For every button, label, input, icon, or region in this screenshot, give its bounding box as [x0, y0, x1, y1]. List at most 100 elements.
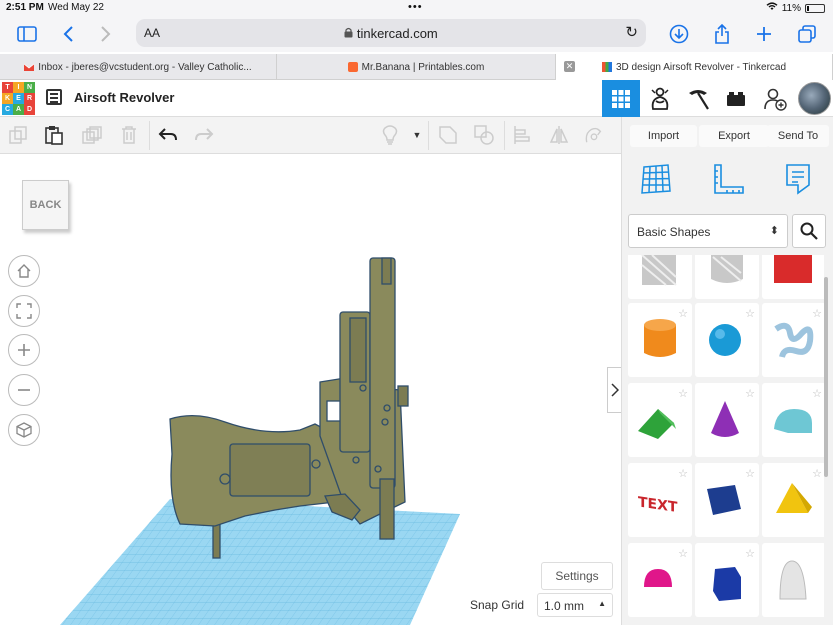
send-to-button[interactable]: Send To	[767, 125, 829, 147]
shapes-grid: ☆ ☆ ☆ ☆ ☆ ☆ ☆ TEXT ☆ ☆ ☆ ☆	[626, 255, 824, 625]
workplane-icon[interactable]	[638, 161, 674, 197]
star-icon[interactable]: ☆	[812, 387, 822, 400]
star-icon[interactable]: ☆	[745, 387, 755, 400]
invite-user-button[interactable]	[756, 80, 794, 117]
shape-half-sphere[interactable]: ☆	[628, 543, 692, 617]
tinkercad-icon	[601, 62, 612, 72]
workplane-grid	[60, 499, 460, 625]
tab-label: Mr.Banana | Printables.com	[361, 61, 485, 73]
shapes-scrollbar[interactable]	[824, 277, 828, 477]
design-list-icon[interactable]	[46, 89, 62, 105]
back-arrow-icon[interactable]	[57, 23, 79, 45]
star-icon[interactable]: ☆	[678, 547, 688, 560]
shapes-panel: Import Export Send To Basic Shapes ⬍ ☆ ☆…	[621, 117, 833, 625]
chevron-updown-icon: ▲	[598, 599, 606, 608]
star-icon[interactable]: ☆	[678, 387, 688, 400]
wifi-icon	[766, 2, 778, 14]
3d-scene[interactable]	[0, 154, 621, 625]
cruise-icon[interactable]	[584, 125, 604, 145]
star-icon[interactable]: ☆	[812, 467, 822, 480]
snap-grid-select[interactable]: 1.0 mm ▲	[537, 593, 613, 617]
svg-text:TEXT: TEXT	[638, 494, 678, 516]
lightbulb-icon[interactable]	[380, 125, 400, 145]
ruler-icon[interactable]	[710, 161, 746, 197]
lego-bricks-button[interactable]	[717, 80, 755, 117]
shape-sphere[interactable]: ☆	[695, 303, 759, 377]
star-icon[interactable]: ☆	[745, 307, 755, 320]
settings-button[interactable]: Settings	[541, 562, 613, 590]
group-icon[interactable]	[438, 125, 458, 145]
star-icon[interactable]: ☆	[678, 467, 688, 480]
status-date: Wed May 22	[48, 2, 104, 13]
shape-scribble[interactable]: ☆	[762, 303, 824, 377]
shape-text[interactable]: ☆ TEXT	[628, 463, 692, 537]
duplicate-icon[interactable]	[82, 125, 102, 145]
notes-icon[interactable]	[780, 161, 816, 197]
reload-icon[interactable]: ↻	[625, 23, 638, 41]
delete-icon[interactable]	[119, 125, 139, 145]
star-icon[interactable]: ☆	[812, 307, 822, 320]
redo-icon[interactable]	[194, 125, 214, 145]
lock-icon	[344, 27, 353, 38]
ungroup-icon[interactable]	[474, 125, 494, 145]
align-icon[interactable]	[512, 125, 532, 145]
shape-library-value: Basic Shapes	[637, 225, 711, 239]
shape-box-blue[interactable]: ☆	[695, 463, 759, 537]
workplane-viewport[interactable]: BACK Settings Snap Grid 1.0 mm ▲	[0, 154, 621, 625]
user-avatar[interactable]	[798, 82, 831, 115]
tab-tinkercad[interactable]: ✕ 3D design Airsoft Revolver - Tinkercad	[556, 54, 833, 80]
3d-design-view-button[interactable]	[602, 80, 640, 117]
star-icon[interactable]: ☆	[678, 307, 688, 320]
tab-label: Inbox - jberes@vcstudent.org - Valley Ca…	[38, 61, 252, 73]
mirror-icon[interactable]	[549, 125, 569, 145]
blocks-view-button[interactable]	[641, 80, 679, 117]
close-tab-icon[interactable]: ✕	[564, 61, 575, 72]
download-icon[interactable]	[668, 23, 690, 45]
tab-printables[interactable]: Mr.Banana | Printables.com	[277, 54, 556, 80]
gmail-icon	[24, 63, 35, 71]
shape-round-roof[interactable]: ☆	[762, 383, 824, 457]
printables-icon	[347, 62, 358, 72]
star-icon[interactable]: ☆	[745, 467, 755, 480]
export-button[interactable]: Export	[699, 125, 769, 147]
tab-overview-icon[interactable]	[796, 23, 818, 45]
bricks-view-button[interactable]	[679, 80, 717, 117]
shape-cylinder[interactable]: ☆	[628, 303, 692, 377]
shape-polygon[interactable]: ☆	[695, 543, 759, 617]
snap-grid-label: Snap Grid	[470, 598, 525, 612]
brick-icon	[727, 91, 745, 106]
shape-pyramid[interactable]: ☆	[762, 463, 824, 537]
battery-percent: 11%	[781, 2, 801, 14]
shape-box-hole[interactable]	[628, 255, 692, 299]
tab-gmail[interactable]: Inbox - jberes@vcstudent.org - Valley Ca…	[0, 54, 277, 80]
shape-box[interactable]	[762, 255, 824, 299]
star-icon[interactable]: ☆	[745, 547, 755, 560]
url-text: tinkercad.com	[136, 26, 646, 41]
shape-cylinder-hole[interactable]	[695, 255, 759, 299]
shape-roof[interactable]: ☆	[628, 383, 692, 457]
forward-arrow-icon[interactable]	[95, 23, 117, 45]
paste-icon[interactable]	[44, 125, 64, 145]
project-title[interactable]: Airsoft Revolver	[74, 90, 174, 105]
search-shapes-button[interactable]	[792, 214, 826, 248]
undo-icon[interactable]	[158, 125, 178, 145]
shape-library-select[interactable]: Basic Shapes ⬍	[628, 214, 788, 248]
import-button[interactable]: Import	[630, 125, 697, 147]
codeblocks-figure-icon	[651, 87, 669, 110]
copy-icon[interactable]	[8, 125, 28, 145]
shape-cone[interactable]: ☆	[695, 383, 759, 457]
chevron-down-icon[interactable]: ▼	[407, 125, 427, 145]
share-icon[interactable]	[711, 23, 733, 45]
grid-icon	[612, 89, 630, 108]
edit-toolbar: ▼	[0, 117, 621, 154]
sidebar-toggle-icon[interactable]	[16, 23, 38, 45]
battery-status: 11%	[766, 2, 825, 14]
new-tab-icon[interactable]	[753, 23, 775, 45]
url-domain: tinkercad.com	[356, 26, 438, 41]
address-bar[interactable]: AA tinkercad.com ↻	[136, 19, 646, 47]
collapse-panel-toggle[interactable]	[607, 367, 621, 413]
shape-paraboloid[interactable]	[762, 543, 824, 617]
status-time: 2:51 PM	[6, 2, 44, 13]
tinkercad-logo[interactable]: T I N K E R C A D	[2, 82, 35, 115]
multitask-dots-icon[interactable]: •••	[408, 1, 423, 13]
